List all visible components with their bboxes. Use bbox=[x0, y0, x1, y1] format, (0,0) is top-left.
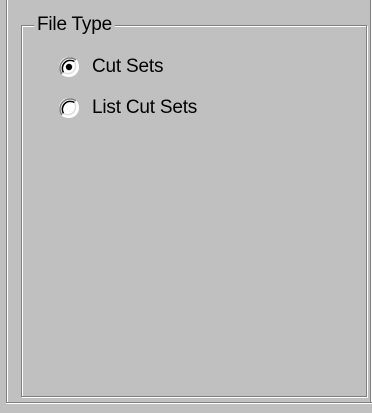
file-type-group-title: File Type bbox=[34, 14, 115, 36]
file-type-groupbox bbox=[21, 25, 367, 397]
cut-sets-label: Cut Sets bbox=[92, 56, 164, 77]
panel-frame-left bbox=[6, 0, 8, 404]
list-cut-sets-radio-option[interactable]: List Cut Sets bbox=[58, 96, 197, 120]
panel-frame-bottom bbox=[6, 402, 372, 404]
dialog-panel: File Type Cut Sets List Cut Sets bbox=[0, 0, 372, 413]
radio-selected-icon[interactable] bbox=[58, 56, 80, 78]
cut-sets-radio-option[interactable]: Cut Sets bbox=[58, 55, 163, 79]
radio-unselected-icon[interactable] bbox=[58, 97, 80, 119]
list-cut-sets-label: List Cut Sets bbox=[92, 97, 198, 118]
